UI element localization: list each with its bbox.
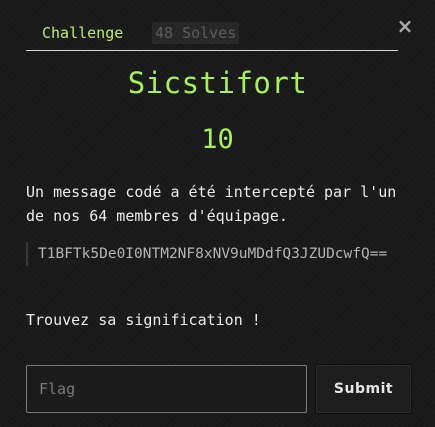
challenge-modal: × Challenge 48 Solves Sicstifort 10 Un m… (0, 0, 435, 427)
encoded-message-block: T1BFTk5De0I0NTM2NF8xNV9uMDdfQ3JZUDcwfQ== (26, 242, 411, 266)
close-icon[interactable]: × (396, 14, 414, 38)
challenge-question: Trouvez sa signification ! (26, 311, 261, 329)
tab-bar: Challenge 48 Solves (26, 18, 398, 51)
submit-button[interactable]: Submit (315, 364, 412, 414)
tab-challenge[interactable]: Challenge (34, 18, 131, 48)
challenge-description: Un message codé a été intercepté par l'u… (26, 183, 397, 225)
tab-solves[interactable]: 48 Solves (152, 22, 240, 44)
flag-input[interactable] (26, 365, 307, 413)
challenge-title: Sicstifort (127, 66, 308, 100)
challenge-points: 10 (201, 124, 234, 155)
